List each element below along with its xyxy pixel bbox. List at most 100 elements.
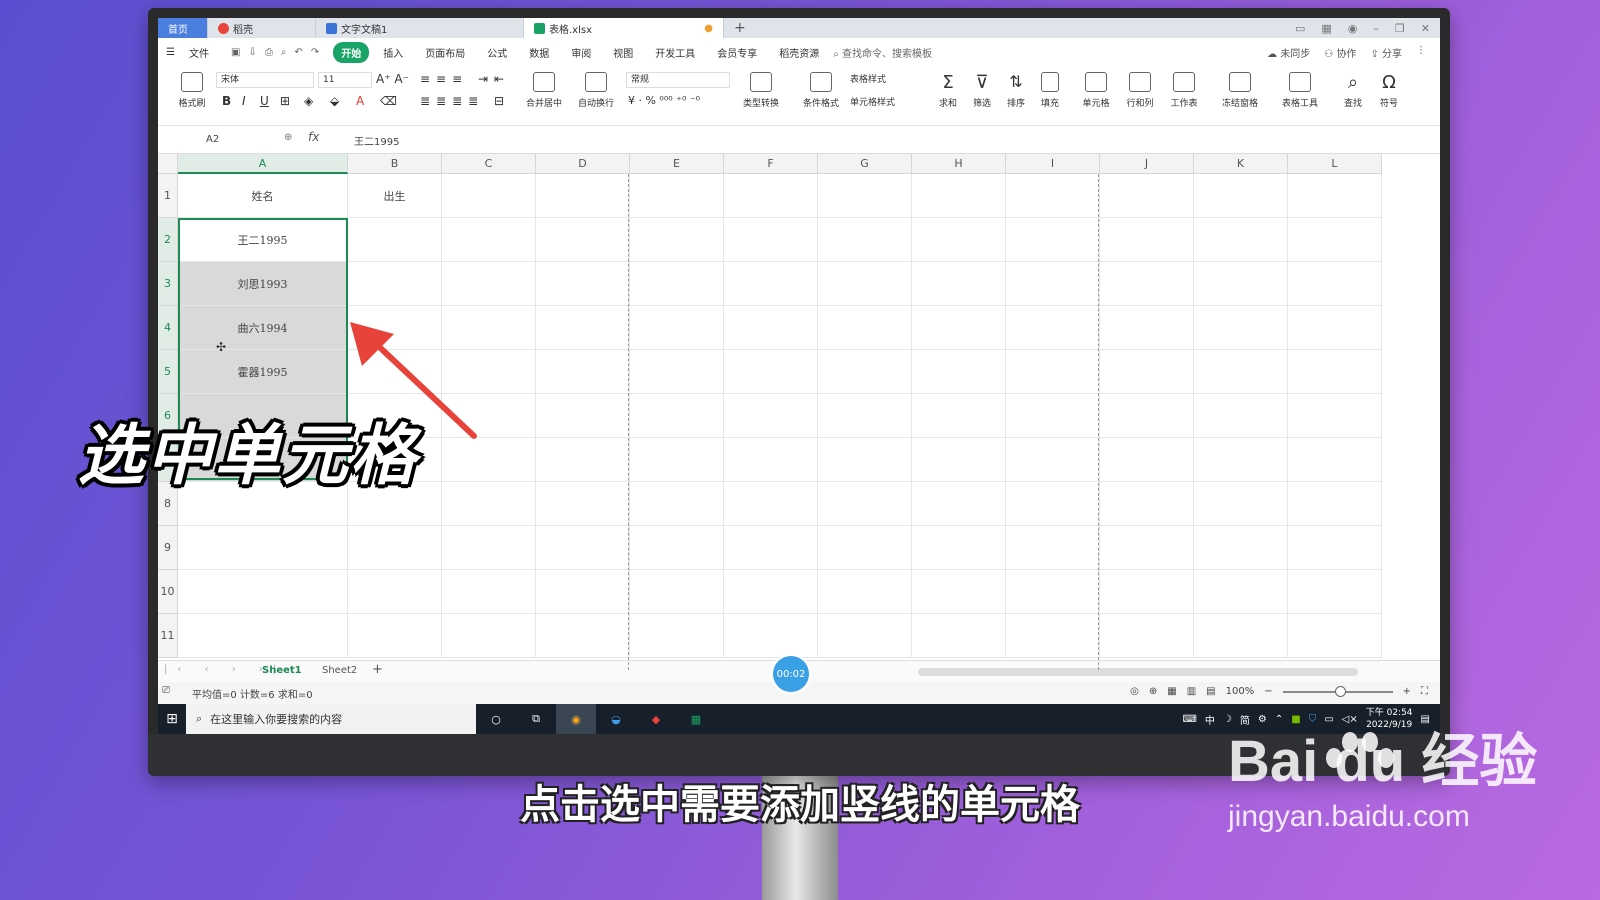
menu-review[interactable]: 审阅	[563, 42, 599, 63]
cell-h1[interactable]	[912, 174, 1006, 218]
cell-d3[interactable]	[536, 262, 630, 306]
hamburger-icon[interactable]: ☰	[166, 47, 175, 58]
wrap-text-button[interactable]: 自动换行	[574, 72, 618, 109]
cell-k4[interactable]	[1194, 306, 1288, 350]
underline-icon[interactable]: U	[260, 94, 269, 108]
cell-j6[interactable]	[1100, 394, 1194, 438]
cortana-icon[interactable]: ○	[476, 704, 516, 734]
table-style-button[interactable]: 表格样式 单元格样式	[850, 72, 914, 108]
symbol-button[interactable]: Ω 符号	[1374, 72, 1404, 109]
ime-indicator[interactable]: 中	[1205, 712, 1215, 727]
font-name-select[interactable]: 宋体	[216, 72, 314, 88]
tab-home[interactable]: 首页	[158, 18, 208, 38]
cell-g8[interactable]	[818, 482, 912, 526]
cell-f8[interactable]	[724, 482, 818, 526]
cell-k7[interactable]	[1194, 438, 1288, 482]
cell-l2[interactable]	[1288, 218, 1382, 262]
cell-k11[interactable]	[1194, 614, 1288, 658]
preview-icon[interactable]: ⌕	[281, 47, 287, 58]
column-header-b[interactable]: B	[348, 154, 442, 174]
cell-d5[interactable]	[536, 350, 630, 394]
close-icon[interactable]: ✕	[1421, 22, 1430, 35]
cell-i1[interactable]	[1006, 174, 1100, 218]
cell-c11[interactable]	[442, 614, 536, 658]
cell-f3[interactable]	[724, 262, 818, 306]
cell-i6[interactable]	[1006, 394, 1100, 438]
cell-i11[interactable]	[1006, 614, 1100, 658]
cell-c9[interactable]	[442, 526, 536, 570]
number-format-icons[interactable]: ¥ · % ⁰⁰⁰ ⁺⁰ ⁻⁰	[628, 94, 700, 107]
zoom-formula-icon[interactable]: ⊕	[284, 132, 292, 143]
cell-g2[interactable]	[818, 218, 912, 262]
cell-a3[interactable]: 刘思1993	[178, 262, 348, 306]
cell-d11[interactable]	[536, 614, 630, 658]
cell-d2[interactable]	[536, 218, 630, 262]
cell-i3[interactable]	[1006, 262, 1100, 306]
sheet-tab-2[interactable]: Sheet2	[322, 665, 357, 676]
cell-g9[interactable]	[818, 526, 912, 570]
cell-f7[interactable]	[724, 438, 818, 482]
cell-b10[interactable]	[348, 570, 442, 614]
fullscreen-icon[interactable]: ⛶	[1421, 686, 1428, 697]
row-header-10[interactable]: 10	[158, 570, 178, 614]
cell-e9[interactable]	[630, 526, 724, 570]
cell-j2[interactable]	[1100, 218, 1194, 262]
find-button[interactable]: ⌕ 查找	[1338, 72, 1368, 109]
cell-a10[interactable]	[178, 570, 348, 614]
cell-g10[interactable]	[818, 570, 912, 614]
cell-l3[interactable]	[1288, 262, 1382, 306]
windows-start-icon[interactable]: ⊞	[158, 711, 186, 727]
worksheet-button[interactable]: 工作表	[1166, 72, 1202, 109]
excel-taskbar-icon[interactable]: ▦	[676, 704, 716, 734]
cell-a4[interactable]: 曲六1994	[178, 306, 348, 350]
column-header-l[interactable]: L	[1288, 154, 1382, 174]
keyboard-icon[interactable]: ⌨	[1182, 714, 1196, 725]
column-header-h[interactable]: H	[912, 154, 1006, 174]
formula-input[interactable]: 王二1995	[354, 133, 399, 148]
cell-l9[interactable]	[1288, 526, 1382, 570]
command-search[interactable]: ⌕ 查找命令、搜索模板	[833, 45, 932, 60]
shield-icon[interactable]: ⛉	[1309, 714, 1317, 725]
cell-e6[interactable]	[630, 394, 724, 438]
cell-a9[interactable]	[178, 526, 348, 570]
chevron-up-icon[interactable]: ⌃	[1275, 714, 1283, 725]
align-vertical-icons[interactable]: ≡≡≡ ⇥⇤	[420, 72, 510, 86]
cell-b1[interactable]: 出生	[348, 174, 442, 218]
cell-l7[interactable]	[1288, 438, 1382, 482]
page-break-view-icon[interactable]: ▤	[1206, 686, 1215, 697]
cell-a5[interactable]: 霍器1995	[178, 350, 348, 394]
tab-doc[interactable]: 文字文稿1	[316, 18, 524, 38]
cell-g11[interactable]	[818, 614, 912, 658]
cell-b11[interactable]	[348, 614, 442, 658]
align-horizontal-icons[interactable]: ≣≣≣≣ ⊟	[420, 94, 510, 108]
column-header-c[interactable]: C	[442, 154, 536, 174]
sort-button[interactable]: ⇅ 排序	[1002, 72, 1030, 109]
notification-icon[interactable]: ▤	[1421, 714, 1430, 725]
column-header-d[interactable]: D	[536, 154, 630, 174]
column-header-g[interactable]: G	[818, 154, 912, 174]
cell-d8[interactable]	[536, 482, 630, 526]
column-header-f[interactable]: F	[724, 154, 818, 174]
freeze-panes-button[interactable]: 冻结窗格	[1216, 72, 1264, 109]
cell-g5[interactable]	[818, 350, 912, 394]
row-header-9[interactable]: 9	[158, 526, 178, 570]
cell-e4[interactable]	[630, 306, 724, 350]
cell-k6[interactable]	[1194, 394, 1288, 438]
menu-member[interactable]: 会员专享	[709, 42, 765, 63]
cell-h11[interactable]	[912, 614, 1006, 658]
cell-b9[interactable]	[348, 526, 442, 570]
cell-g1[interactable]	[818, 174, 912, 218]
column-header-a[interactable]: A	[178, 154, 348, 174]
row-col-button[interactable]: 行和列	[1122, 72, 1158, 109]
cell-d7[interactable]	[536, 438, 630, 482]
horizontal-scrollbar[interactable]	[918, 668, 1358, 676]
undo-icon[interactable]: ↶	[294, 47, 302, 58]
menu-start[interactable]: 开始	[333, 41, 370, 63]
cell-j5[interactable]	[1100, 350, 1194, 394]
column-header-k[interactable]: K	[1194, 154, 1288, 174]
cell-a2[interactable]: 王二1995	[178, 218, 348, 262]
cell-k3[interactable]	[1194, 262, 1288, 306]
settings-icon[interactable]: ⚙	[1258, 714, 1267, 725]
font-color-icon[interactable]: A	[356, 94, 364, 108]
cell-k5[interactable]	[1194, 350, 1288, 394]
